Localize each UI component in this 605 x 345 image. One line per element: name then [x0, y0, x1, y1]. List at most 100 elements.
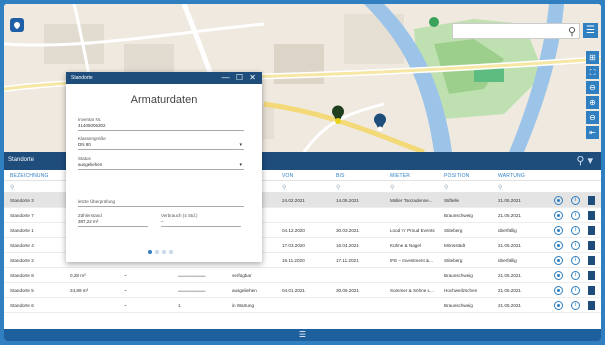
row-von: 16.11.2020	[282, 258, 305, 263]
row-wartung: überfällig	[498, 228, 517, 233]
zaehlerstand-field[interactable]: Zählerstand 387,22 m³	[78, 213, 148, 227]
menu-icon[interactable]: ☰	[583, 23, 598, 38]
info-icon[interactable]: i	[571, 226, 580, 235]
row-position: Stiteberg	[444, 258, 463, 263]
row-name: Standorte 6	[10, 303, 34, 308]
row-name: Standorte 5	[10, 288, 34, 293]
zoom-in-icon[interactable]: ⊕	[586, 96, 599, 109]
verbrauch-field[interactable]: Verbrauch (4 Std.) –	[161, 213, 241, 227]
search-icon[interactable]: ⚲	[568, 25, 576, 38]
table-row[interactable]: Standorte 6 ~ 1 in Wartung Braunschweig …	[4, 298, 601, 313]
zoom-out-small-icon[interactable]: ⊖	[586, 81, 599, 94]
info-icon[interactable]: i	[571, 256, 580, 265]
page-dot[interactable]	[148, 250, 152, 254]
row-mieter: Lood 'n' Proud Events	[390, 228, 435, 233]
fullscreen-icon[interactable]: ⛶	[586, 66, 599, 79]
filter-icon[interactable]: ⚲	[390, 184, 394, 191]
document-icon[interactable]	[588, 256, 595, 265]
filter-icon[interactable]: ⚲	[10, 184, 14, 191]
map-search-input[interactable]: ⚲	[452, 23, 580, 39]
row-name: Standorte 8	[10, 273, 34, 278]
col-header-von[interactable]: VON	[282, 173, 293, 179]
document-icon[interactable]	[588, 286, 595, 295]
row-status: ausgeliehen	[232, 288, 257, 293]
info-icon[interactable]: i	[571, 196, 580, 205]
locate-icon[interactable]	[554, 301, 563, 310]
row-position: Hochweilzschen	[444, 288, 478, 293]
zoom-out-icon[interactable]: ⊖	[586, 111, 599, 124]
col-header-wartung[interactable]: WARTUNG	[498, 173, 525, 179]
table-row[interactable]: Standorte 8 0,28 m³ ~ ▬▬▬▬▬▬ verfügbar B…	[4, 268, 601, 283]
locate-icon[interactable]	[554, 271, 563, 280]
row-status: verfügbar	[232, 273, 252, 278]
dialog-header[interactable]: Standorte — ☐ ✕	[66, 72, 262, 84]
row-mieter: Kühne & Nagel	[390, 243, 421, 248]
info-icon[interactable]: i	[571, 271, 580, 280]
col-header-bezeichnung[interactable]: BEZEICHNUNG	[10, 173, 49, 179]
col-header-mieter[interactable]: MIETER	[390, 173, 410, 179]
klassengroesse-select[interactable]: Klassengröße DN 80 ▾	[78, 136, 244, 150]
row-wartung: 21.05.2021	[498, 303, 521, 308]
row-position: Stiftelle	[444, 198, 460, 203]
filter-icon[interactable]: ⚲	[282, 184, 286, 191]
row-mieter: IFE – Investment &...	[390, 258, 433, 263]
locate-icon[interactable]	[554, 196, 563, 205]
info-icon[interactable]: i	[571, 241, 580, 250]
page-dots	[148, 250, 173, 254]
page-dot[interactable]	[155, 250, 159, 254]
map-tools: ⊞ ⛶ ⊖ ⊕ ⊖ ⇤	[586, 51, 599, 139]
row-position: Stiteberg	[444, 228, 463, 233]
row-mieter: Müller Tanzadenne...	[390, 198, 433, 203]
document-icon[interactable]	[588, 196, 595, 205]
page-dot[interactable]	[169, 250, 173, 254]
info-icon[interactable]: i	[571, 211, 580, 220]
app-logo-icon[interactable]	[10, 18, 24, 32]
row-name: Standorte 2	[10, 258, 34, 263]
window-controls[interactable]: — ☐ ✕	[222, 73, 258, 82]
row-bis: 17.11.2021	[336, 258, 359, 263]
table-search-icon[interactable]: ⚲ ▾	[576, 154, 593, 167]
document-icon[interactable]	[588, 301, 595, 310]
row-name: Standorte 4	[10, 243, 34, 248]
document-icon[interactable]	[588, 241, 595, 250]
filter-icon[interactable]: ⚲	[336, 184, 340, 191]
locate-icon[interactable]	[554, 226, 563, 235]
locate-icon[interactable]	[554, 241, 563, 250]
app-frame: ⚲ ☰ ⊞ ⛶ ⊖ ⊕ ⊖ ⇤ Standorte ⚲ ▾ BEZEICHNUN…	[4, 4, 601, 341]
locate-icon[interactable]	[554, 286, 563, 295]
document-icon[interactable]	[588, 271, 595, 280]
row-position: Braunschweig	[444, 303, 473, 308]
row-name: Standorte 1	[10, 228, 34, 233]
row-von: 04.01.2021	[282, 288, 305, 293]
row-area: 0,28 m³	[70, 273, 86, 278]
list-icon[interactable]: ☰	[299, 330, 306, 339]
layers-icon[interactable]: ⊞	[586, 51, 599, 64]
back-icon[interactable]: ⇤	[586, 126, 599, 139]
bottom-bar: ☰	[4, 329, 601, 341]
letzte-ueberpruefung-field[interactable]: letzte Überprüfung	[78, 199, 244, 207]
dialog-header-title: Standorte	[71, 75, 93, 81]
info-icon[interactable]: i	[571, 301, 580, 310]
status-select[interactable]: Status ausgeliehen ▾	[78, 156, 244, 170]
filter-icon[interactable]: ⚲	[498, 184, 502, 191]
page-dot[interactable]	[162, 250, 166, 254]
document-icon[interactable]	[588, 226, 595, 235]
locate-icon[interactable]	[554, 211, 563, 220]
row-von: 24.02.2021	[282, 198, 305, 203]
filter-icon[interactable]: ⚲	[444, 184, 448, 191]
table-row[interactable]: Standorte 5 24,89 m³ ~ ▬▬▬▬▬▬ ausgeliehe…	[4, 283, 601, 298]
row-bis: 16.04.2021	[336, 243, 359, 248]
info-icon[interactable]: i	[571, 286, 580, 295]
inventar-field[interactable]: Inventar Nr. 41405006302	[78, 117, 244, 131]
col-header-bis[interactable]: BIS	[336, 173, 345, 179]
row-wartung: 21.05.2021	[498, 213, 521, 218]
document-icon[interactable]	[588, 211, 595, 220]
toolbar-title: Standorte	[8, 157, 35, 163]
row-position: Mönsstädt	[444, 243, 466, 248]
locate-icon[interactable]	[554, 256, 563, 265]
row-von: 17.03.2020	[282, 243, 305, 248]
row-wartung: überfällig	[498, 258, 517, 263]
row-bis: 30.03.2021	[336, 228, 359, 233]
armaturdaten-dialog: Standorte — ☐ ✕ Armaturdaten Inventar Nr…	[66, 72, 262, 262]
col-header-position[interactable]: POSITION	[444, 173, 470, 179]
